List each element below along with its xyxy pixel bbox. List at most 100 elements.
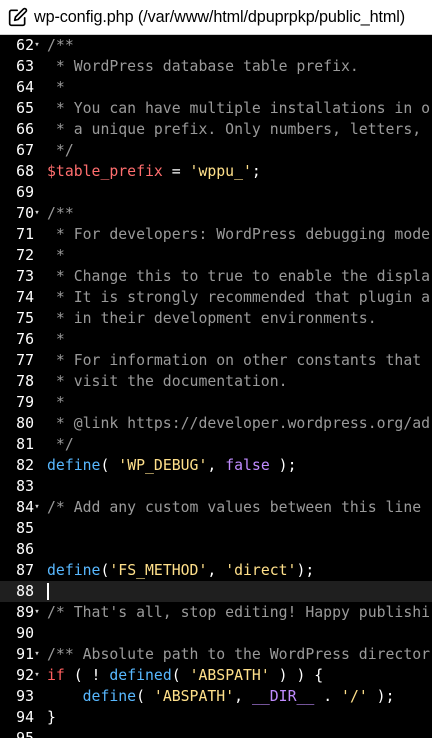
code-line[interactable]: 82 define( 'WP_DEBUG', false ); [0,455,432,476]
code-line[interactable]: 85 [0,518,432,539]
code-text: $table_prefix = 'wppu_'; [47,161,261,182]
code-text: define('FS_METHOD', 'direct'); [47,560,314,581]
code-line[interactable]: 94} [0,707,432,728]
code-text: /** Absolute path to the WordPress direc… [47,644,430,665]
code-token-plain: , [207,457,226,474]
code-token-plain: , [207,562,226,579]
code-line[interactable]: 72 * [0,245,432,266]
code-text: * It is strongly recommended that plugin… [47,287,430,308]
code-editor[interactable]: 62 ▾/** 63 * WordPress database table pref… [0,35,432,738]
code-line[interactable]: 70 ▾ /** [0,203,432,224]
line-number: 93 [16,688,34,705]
code-token-comment: * [47,331,65,348]
code-token-comment: * It is strongly recommended that plugin… [47,289,431,306]
line-number: 90 [16,625,34,642]
code-token-comment: /** Absolute path to the WordPress direc… [47,646,431,663]
code-line[interactable]: 75 * in their development environments. [0,308,432,329]
edit-icon[interactable] [8,7,28,27]
code-line[interactable]: 65 * You can have multiple installations… [0,98,432,119]
code-line[interactable]: 74 * It is strongly recommended that plu… [0,287,432,308]
code-line[interactable]: 71 * For developers: WordPress debugging… [0,224,432,245]
code-line[interactable]: 87 define('FS_METHOD', 'direct'); [0,560,432,581]
code-token-plain: ( [136,688,154,705]
code-line[interactable]: 92 ▾ if ( ! defined( 'ABSPATH' ) ) { [0,665,432,686]
code-line[interactable]: 89 ▾ /* That's all, stop editing! Happy pu… [0,602,432,623]
code-line[interactable]: 77 * For information on other constants … [0,350,432,371]
code-line[interactable]: 95 [0,728,432,738]
code-line[interactable]: 90 [0,623,432,644]
code-text: define( 'WP_DEBUG', false ); [47,455,296,476]
code-text: * WordPress database table prefix. [47,56,359,77]
code-text: /** [47,35,74,56]
line-number: 87 [16,562,34,579]
code-line[interactable]: 69 [0,182,432,203]
line-number: 94 [16,709,34,726]
code-token-func: defined [109,667,172,684]
line-number: 78 [16,373,34,390]
line-number: 67 [16,142,34,159]
code-token-string: 'FS_METHOD' [109,562,208,579]
code-line[interactable]: 68 $table_prefix = 'wppu_'; [0,161,432,182]
code-token-comment: /* Add any custom values between this li… [47,499,422,516]
code-line[interactable]: 91 ▾ /** Absolute path to the WordPress di… [0,644,432,665]
code-token-const: __DIR__ [251,688,315,705]
code-text: define( 'ABSPATH', __DIR__ . '/' ); [47,686,395,707]
line-number: 88 [16,583,34,600]
code-line[interactable]: 81 */ [0,434,432,455]
code-text: * a unique prefix. Only numbers, letters… [47,119,421,140]
code-line[interactable]: 67 */ [0,140,432,161]
code-token-func: define [47,562,101,579]
code-line[interactable]: 83 [0,476,432,497]
code-line[interactable]: 63 * WordPress database table prefix. [0,56,432,77]
line-number: 81 [16,436,34,453]
code-token-comment: * You can have multiple installations in… [47,100,431,117]
code-token-plain: , [234,688,252,705]
fold-arrow-icon[interactable]: ▾ [32,665,42,686]
code-line[interactable]: 80 * @link https://developer.wordpress.o… [0,413,432,434]
code-line[interactable]: 73 * Change this to true to enable the d… [0,266,432,287]
code-token-plain: ); [296,562,315,579]
code-line[interactable]: 93 define( 'ABSPATH', __DIR__ . '/' ); [0,686,432,707]
line-number: 89 [16,604,34,621]
fold-arrow-icon[interactable]: ▾ [32,497,42,518]
code-text: * [47,329,65,350]
code-line[interactable]: 66 * a unique prefix. Only numbers, lett… [0,119,432,140]
fold-arrow-icon[interactable]: ▾ [32,35,42,56]
code-line[interactable]: 78 * visit the documentation. [0,371,432,392]
code-token-comment: /** [47,205,74,222]
fold-arrow-icon[interactable]: ▾ [32,602,42,623]
code-token-string: 'WP_DEBUG' [118,457,208,474]
code-token-comment: */ [47,436,74,453]
code-text: * in their development environments. [47,308,377,329]
code-text: * For developers: WordPress debugging mo… [47,224,430,245]
code-text: * visit the documentation. [47,371,288,392]
window-title: wp-config.php (/var/www/html/dpuprpkp/pu… [34,7,406,26]
code-token-comment: * [47,79,65,96]
fold-arrow-icon[interactable]: ▾ [32,203,42,224]
code-line[interactable]: 62 ▾ /** [0,35,432,56]
line-number: 75 [16,310,34,327]
code-token-comment: * WordPress database table prefix. [47,58,359,75]
line-number: 83 [16,478,34,495]
code-text: */ [47,434,74,455]
code-line[interactable]: 64 * [0,77,432,98]
code-line[interactable]: 79 * [0,392,432,413]
line-number: 79 [16,394,34,411]
code-text: } [47,707,56,728]
code-line[interactable]: 84 ▾ /* Add any custom values between this… [0,497,432,518]
code-token-plain: } [47,709,56,726]
code-text: /* That's all, stop editing! Happy publi… [47,602,430,623]
code-line[interactable]: 86 [0,539,432,560]
code-token-var: $table_prefix [47,163,163,180]
line-number: 74 [16,289,34,306]
code-token-string: 'ABSPATH' [189,667,270,684]
code-token-comment: * [47,247,65,264]
code-line[interactable]: 76 * [0,329,432,350]
text-cursor [47,583,49,600]
code-token-plain: . [314,688,342,705]
code-token-plain: ); [367,688,395,705]
code-line[interactable]: 88 [0,581,432,602]
code-token-plain: ); [269,457,297,474]
fold-arrow-icon[interactable]: ▾ [32,644,42,665]
code-token-string: '/' [341,688,368,705]
